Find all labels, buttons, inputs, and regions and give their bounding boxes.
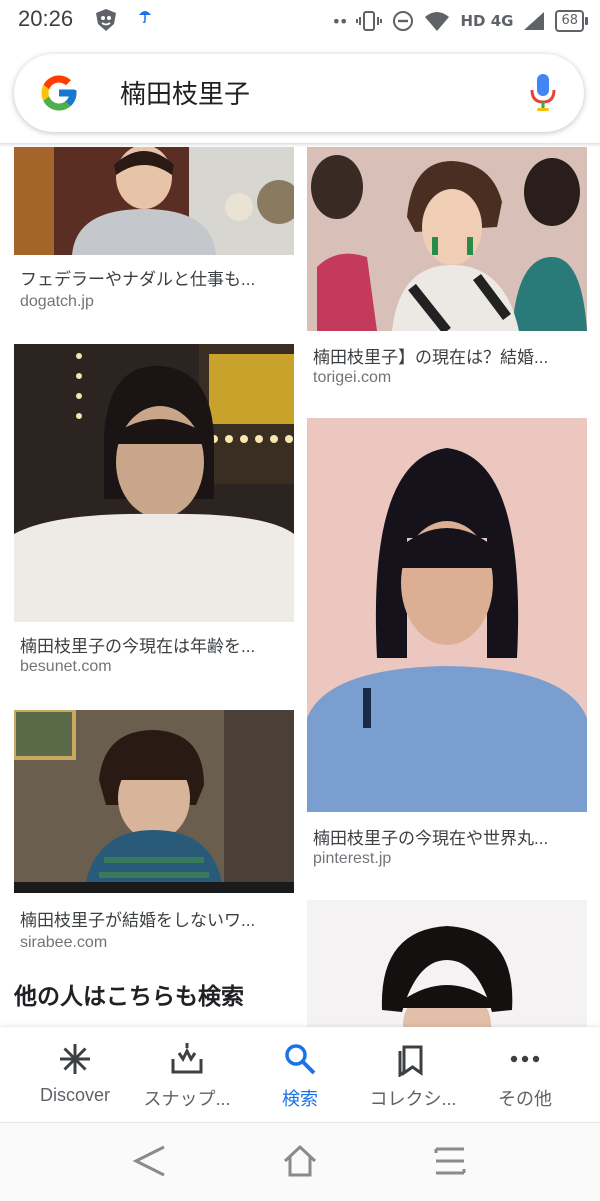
result-caption[interactable]: フェデラーやナダルと仕事も... — [20, 265, 255, 290]
image-result-card[interactable]: 楠田枝里子が結婚をしないワ... sirabee.com — [14, 710, 294, 960]
nav-label: Discover — [39, 1085, 110, 1105]
search-bar[interactable]: 楠田枝里子 — [14, 54, 584, 132]
status-icons: •• HD 4G 68 — [331, 8, 588, 34]
result-source: sirabee.com — [20, 934, 108, 951]
image-result-card[interactable]: 楠田枝里子の今現在や世界丸... pinterest.jp — [307, 418, 587, 878]
result-image[interactable] — [14, 710, 294, 893]
result-source: besunet.com — [20, 658, 112, 675]
nav-label: スナップ... — [143, 1089, 231, 1109]
snapshot-tray-icon — [171, 1043, 203, 1074]
nav-snapshot[interactable]: スナップ... — [127, 1041, 247, 1111]
result-image-graphic — [14, 344, 294, 622]
bottom-navigation: Discover スナップ... 検索 コレクシ... その他 — [0, 1027, 600, 1122]
result-caption[interactable]: 楠田枝里子が結婚をしないワ... — [20, 906, 255, 931]
nav-collections[interactable]: コレクシ... — [353, 1041, 473, 1111]
nav-more[interactable]: その他 — [465, 1041, 585, 1111]
result-source: pinterest.jp — [313, 850, 392, 867]
image-result-card[interactable]: 楠田枝里子】の現在は？結婚... torigei.com — [307, 147, 587, 392]
nav-label: コレクシ... — [369, 1089, 457, 1109]
result-image-graphic — [307, 147, 587, 331]
result-image-graphic — [307, 418, 587, 812]
result-image[interactable] — [307, 147, 587, 331]
result-image-graphic — [14, 710, 294, 893]
result-caption[interactable]: 楠田枝里子】の現在は？結婚... — [313, 343, 548, 368]
result-caption[interactable]: 楠田枝里子の今現在や世界丸... — [313, 824, 548, 849]
result-caption[interactable]: 楠田枝里子の今現在は年齢を... — [20, 632, 255, 657]
signal-icon — [524, 12, 545, 30]
security-shield-icon — [96, 9, 116, 31]
nav-label: その他 — [498, 1089, 552, 1109]
image-results-grid: フェデラーやナダルと仕事も... dogatch.jp 楠田枝里子の今現在は年齢… — [0, 147, 600, 1027]
result-image-graphic — [307, 900, 587, 1027]
search-query[interactable]: 楠田枝里子 — [120, 74, 250, 111]
result-source: torigei.com — [313, 369, 392, 386]
more-dots-icon — [510, 1055, 540, 1063]
dots-icon: •• — [331, 11, 349, 31]
vibrate-icon — [356, 11, 383, 31]
status-time: 20:26 — [18, 6, 74, 31]
image-result-card[interactable] — [307, 900, 587, 1027]
system-navigation-bar — [0, 1122, 600, 1201]
do-not-disturb-icon — [393, 11, 414, 31]
result-image-graphic — [14, 147, 294, 255]
result-source: dogatch.jp — [20, 293, 94, 310]
microphone-icon[interactable] — [530, 72, 556, 112]
back-icon[interactable] — [132, 1141, 168, 1181]
result-image[interactable] — [307, 900, 587, 1027]
asterisk-icon — [60, 1044, 90, 1074]
weather-umbrella-icon — [139, 11, 151, 24]
recents-menu-icon[interactable] — [432, 1141, 468, 1181]
collections-icon — [398, 1045, 423, 1077]
nav-label: 検索 — [282, 1089, 318, 1109]
home-icon[interactable] — [282, 1141, 318, 1181]
image-result-card[interactable]: フェデラーやナダルと仕事も... dogatch.jp — [14, 147, 294, 327]
result-image[interactable] — [307, 418, 587, 812]
wifi-icon — [425, 12, 450, 31]
search-icon — [285, 1044, 316, 1075]
battery-level: 68 — [555, 10, 588, 32]
image-result-card[interactable]: 楠田枝里子の今現在は年齢を... besunet.com — [14, 344, 294, 684]
network-type: HD 4G — [460, 12, 514, 30]
status-bar: 20:26 •• HD 4G 68 — [0, 0, 600, 40]
google-logo-icon[interactable] — [38, 72, 80, 114]
result-image[interactable] — [14, 147, 294, 255]
nav-search[interactable]: 検索 — [240, 1041, 360, 1111]
result-image[interactable] — [14, 344, 294, 622]
nav-discover[interactable]: Discover — [15, 1041, 135, 1106]
related-searches-heading: 他の人はこちらも検索 — [14, 984, 244, 1010]
